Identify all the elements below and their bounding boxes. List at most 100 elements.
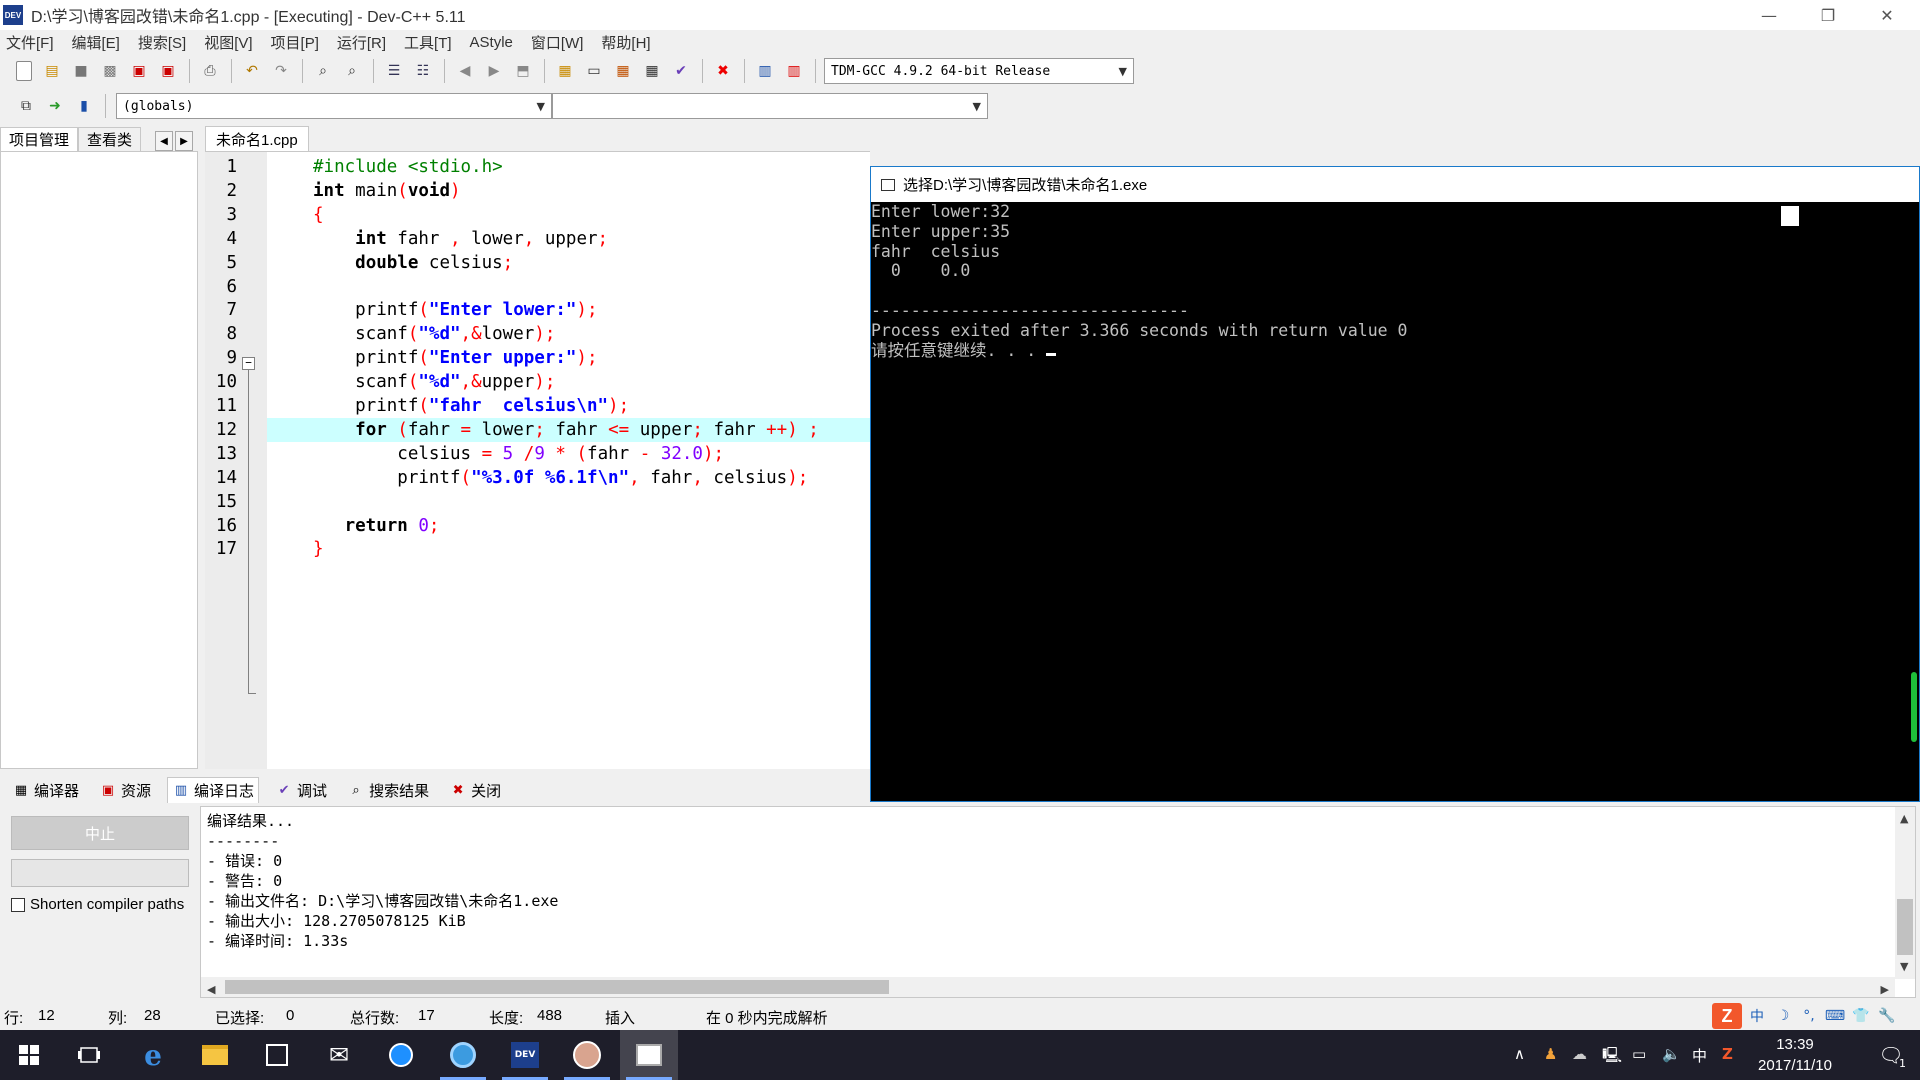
new-file-icon[interactable] <box>16 61 32 81</box>
log-vertical-thumb[interactable] <box>1897 899 1913 955</box>
battery-icon[interactable]: ▭ <box>1632 1045 1646 1063</box>
taskbar-devcpp[interactable]: DEV <box>496 1030 554 1080</box>
tab-untitled1-cpp[interactable]: 未命名1.cpp <box>205 126 309 151</box>
menu-search[interactable]: 搜索[S] <box>138 32 186 53</box>
task-view-button[interactable] <box>60 1030 118 1080</box>
scroll-up-icon[interactable]: ▲ <box>1900 809 1908 829</box>
tab-close[interactable]: ✖ 关闭 <box>445 777 505 803</box>
code-line[interactable]: 1 #include <stdio.h> <box>205 155 870 179</box>
log-vertical-scrollbar[interactable]: ▲ ▼ <box>1895 807 1915 979</box>
tab-debug[interactable]: ✔ 调试 <box>271 777 331 803</box>
action-center-button[interactable]: 🗨 1 <box>1862 1030 1920 1080</box>
code-line[interactable]: 10 scanf("%d",&upper); <box>205 370 870 394</box>
goto-line-icon[interactable]: ➜ <box>43 94 67 118</box>
scroll-left-icon[interactable]: ◀ <box>207 980 215 1000</box>
syntax-check-icon[interactable]: ✔ <box>669 59 693 83</box>
menu-view[interactable]: 视图[V] <box>204 32 252 53</box>
menu-file[interactable]: 文件[F] <box>6 32 54 53</box>
network-icon[interactable]: 🖳 <box>1602 1045 1622 1070</box>
menu-window[interactable]: 窗口[W] <box>531 32 584 53</box>
close-all-icon[interactable]: ▣ <box>156 59 180 83</box>
indent-icon[interactable]: ☰ <box>382 59 406 83</box>
tab-compiler[interactable]: ▦ 编译器 <box>8 777 83 803</box>
redo-icon[interactable]: ↷ <box>269 59 293 83</box>
comment-icon[interactable]: ⬒ <box>511 59 535 83</box>
bookmark-icon[interactable]: ▮ <box>72 94 96 118</box>
insert-icon[interactable]: ⧉ <box>14 94 38 118</box>
project-tree[interactable] <box>0 151 198 769</box>
code-line[interactable]: 17} <box>205 537 870 561</box>
ime-punctuation-icon[interactable]: °, <box>1798 1008 1820 1024</box>
goto-bookmark-icon[interactable]: ▶ <box>482 59 506 83</box>
open-file-icon[interactable]: ▤ <box>40 59 64 83</box>
code-line[interactable]: 8 scanf("%d",&lower); <box>205 322 870 346</box>
taskbar-file-explorer[interactable] <box>186 1030 244 1080</box>
compile-log[interactable]: 编译结果... -------- - 错误: 0 - 警告: 0 - 输出文件名… <box>200 806 1916 998</box>
menu-edit[interactable]: 编辑[E] <box>72 32 120 53</box>
unindent-icon[interactable]: ☷ <box>411 59 435 83</box>
taskbar-store[interactable] <box>248 1030 306 1080</box>
ime-halfwidth-icon[interactable]: ☽ <box>1772 1008 1794 1024</box>
code-line[interactable]: 3{ <box>205 203 870 227</box>
taskbar-mail[interactable]: ✉ <box>310 1030 368 1080</box>
close-button[interactable]: ✕ <box>1858 0 1916 30</box>
tray-expand-icon[interactable]: ∧ <box>1514 1045 1525 1063</box>
close-file-icon[interactable]: ▣ <box>127 59 151 83</box>
start-button[interactable] <box>0 1030 58 1080</box>
sogou-ime-icon[interactable]: Z <box>1712 1003 1742 1029</box>
menu-project[interactable]: 项目[P] <box>271 32 319 53</box>
code-line[interactable]: 12 for (fahr = lower; fahr <= upper; fah… <box>205 417 870 442</box>
clock[interactable]: 13:39 2017/11/10 <box>1740 1034 1850 1076</box>
tab-class-browser[interactable]: 查看类 <box>78 127 142 151</box>
code-line[interactable]: 5 double celsius; <box>205 251 870 275</box>
tab-resources[interactable]: ▣ 资源 <box>95 777 155 803</box>
abort-compile-button[interactable]: 中止 <box>11 816 189 850</box>
rebuild-icon[interactable]: ▦ <box>640 59 664 83</box>
tray-app-icon[interactable]: ♟ <box>1544 1045 1557 1063</box>
console-window[interactable]: 选择D:\学习\博客园改错\未命名1.exe Enter lower:32 En… <box>870 166 1920 802</box>
devcpp-app-icon[interactable]: DEV <box>3 5 23 25</box>
replace-icon[interactable]: ⌕ <box>340 59 364 83</box>
taskbar-safari[interactable] <box>372 1030 430 1080</box>
taskbar-qq[interactable] <box>558 1030 616 1080</box>
code-line[interactable]: 7 printf("Enter lower:"); <box>205 298 870 322</box>
scope-select[interactable]: (globals) ▼ <box>116 93 552 119</box>
compiler-select[interactable]: TDM-GCC 4.9.2 64-bit Release ▼ <box>824 58 1134 84</box>
code-line[interactable]: 4 int fahr , lower, upper; <box>205 227 870 251</box>
menu-help[interactable]: 帮助[H] <box>601 32 650 53</box>
tab-compile-log[interactable]: ▥ 编译日志 <box>167 777 260 803</box>
tab-prev-icon[interactable]: ◀ <box>155 131 174 151</box>
menu-tools[interactable]: 工具[T] <box>404 32 452 53</box>
volume-icon[interactable]: 🔈 <box>1662 1045 1681 1063</box>
ime-keyboard-icon[interactable]: ⌨ <box>1824 1008 1846 1024</box>
scroll-right-icon[interactable]: ▶ <box>1881 980 1889 1000</box>
code-line[interactable]: 15 <box>205 490 870 514</box>
shorten-paths-checkbox[interactable] <box>11 897 25 912</box>
shorten-paths-option[interactable]: Shorten compiler paths <box>11 896 184 913</box>
delete-profile-icon[interactable]: ▥ <box>782 59 806 83</box>
code-line[interactable]: 14 printf("%3.0f %6.1f\n", fahr, celsius… <box>205 466 870 490</box>
menu-astyle[interactable]: AStyle <box>470 34 513 51</box>
taskbar-console[interactable] <box>620 1030 678 1080</box>
tab-next-icon[interactable]: ▶ <box>175 131 194 151</box>
taskbar-edge[interactable]: e <box>124 1030 182 1080</box>
run-icon[interactable]: ▭ <box>582 59 606 83</box>
taskbar-browser[interactable] <box>434 1030 492 1080</box>
menu-run[interactable]: 运行[R] <box>337 32 386 53</box>
code-line[interactable]: 16 return 0; <box>205 514 870 538</box>
save-icon[interactable]: ■ <box>69 59 93 83</box>
scroll-down-icon[interactable]: ▼ <box>1900 957 1908 977</box>
onedrive-icon[interactable]: ☁ <box>1572 1045 1587 1063</box>
ime-skin-icon[interactable]: 👕 <box>1850 1008 1872 1024</box>
log-horizontal-scrollbar[interactable]: ◀ ▶ <box>201 977 1895 997</box>
stop-execution-icon[interactable]: ✖ <box>711 59 735 83</box>
code-line[interactable]: 13 celsius = 5 /9 * (fahr - 32.0); <box>205 442 870 466</box>
tab-search-results[interactable]: ⌕ 搜索结果 <box>343 777 433 803</box>
undo-icon[interactable]: ↶ <box>240 59 264 83</box>
toggle-bookmark-icon[interactable]: ◀ <box>453 59 477 83</box>
tab-project-manager[interactable]: 项目管理 <box>0 127 79 151</box>
code-line[interactable]: 11 printf("fahr celsius\n"); <box>205 394 870 418</box>
ime-indicator[interactable]: 中 <box>1692 1045 1707 1066</box>
code-line[interactable]: 2 int main(void) <box>205 179 870 203</box>
code-line[interactable]: 9 printf("Enter upper:"); <box>205 346 870 370</box>
